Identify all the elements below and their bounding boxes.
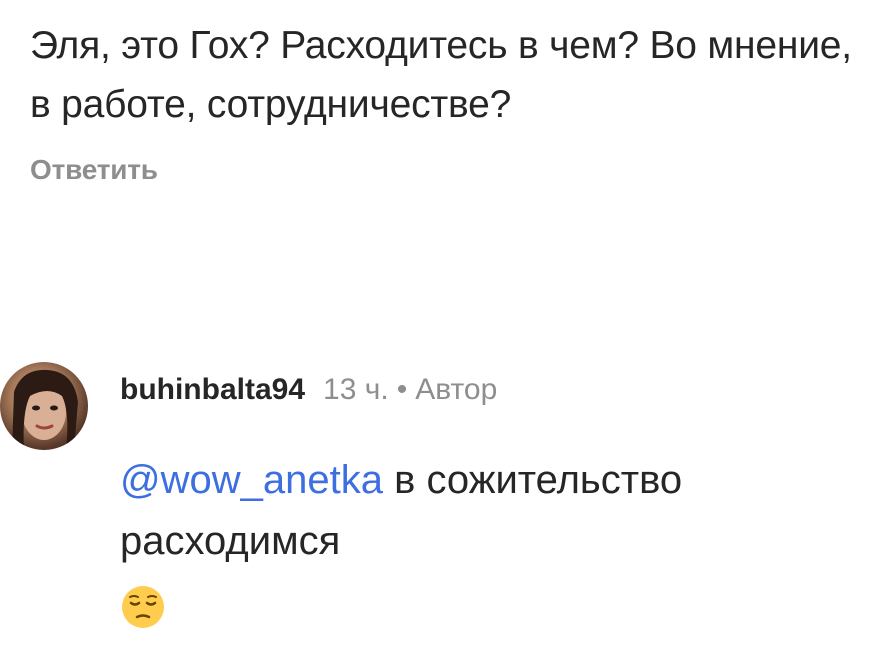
pensive-face-icon — [120, 584, 166, 630]
parent-comment: Эля, это Гох? Расходитесь в чем? Во мнен… — [30, 16, 860, 186]
meta-separator: • — [396, 373, 408, 406]
avatar-portrait-icon — [12, 369, 78, 450]
reply-body: @wow_anetka в сожительство расходимся — [120, 450, 860, 633]
comment-text: Эля, это Гох? Расходитесь в чем? Во мнен… — [30, 24, 852, 126]
reply-button[interactable]: Ответить — [30, 154, 860, 186]
timestamp: 13 ч. — [323, 373, 389, 406]
username[interactable]: buhinbalta94 — [120, 373, 305, 406]
avatar[interactable] — [0, 362, 88, 450]
author-badge: Автор — [415, 373, 498, 406]
reply-meta: buhinbalta94 13 ч. • Автор — [120, 370, 497, 410]
mention-link[interactable]: @wow_anetka — [120, 458, 383, 502]
